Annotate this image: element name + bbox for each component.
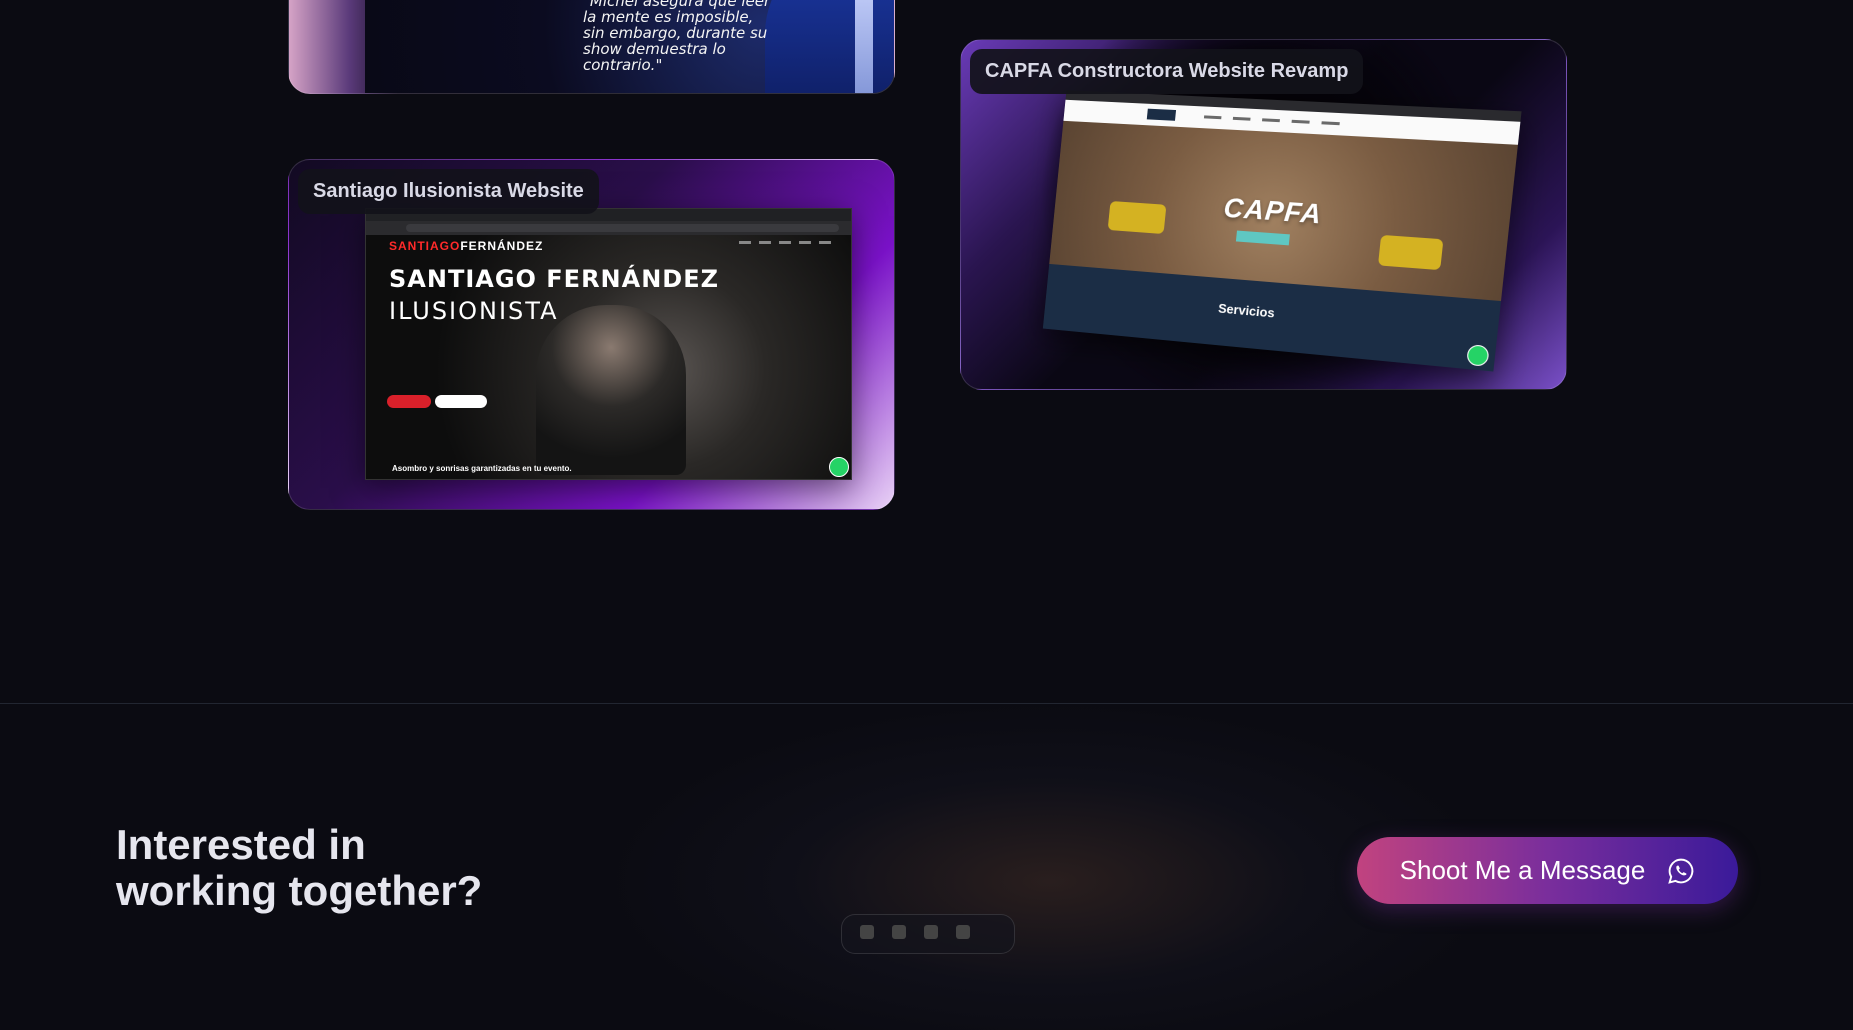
preview-hero-subtitle: ILUSIONISTA xyxy=(389,297,559,325)
preview-secondary-button xyxy=(435,395,487,408)
website-preview: CAPFA Servicios xyxy=(1042,90,1522,372)
project-title: Santiago Ilusionista Website xyxy=(298,169,599,214)
section-divider xyxy=(0,703,1853,704)
project-card-capfa[interactable]: CAPFA Constructora Website Revamp CAPFA … xyxy=(960,39,1567,390)
preview-site: SANTIAGOFERNÁNDEZ SANTIAGO FERNÁNDEZ ILU… xyxy=(366,235,851,479)
excavator-image xyxy=(1107,200,1167,235)
whatsapp-icon xyxy=(1466,344,1490,367)
preview-tagline: Asombro y sonrisas garantizadas en tu ev… xyxy=(392,464,572,473)
performer-image xyxy=(765,0,894,93)
dock-icon[interactable] xyxy=(924,925,938,939)
preview-brand: SANTIAGOFERNÁNDEZ xyxy=(389,239,544,253)
preview-nav xyxy=(739,241,831,244)
performer-tie xyxy=(855,0,873,93)
cta-button-label: Shoot Me a Message xyxy=(1399,855,1646,885)
project-title: CAPFA Constructora Website Revamp xyxy=(970,49,1364,94)
preview-primary-button xyxy=(387,395,431,408)
preview-section-title: Servicios xyxy=(1217,300,1276,321)
cta-heading: Interested in working together? xyxy=(116,821,483,914)
dock-icon[interactable] xyxy=(956,925,970,939)
project-card-top[interactable]: "Michel asegura que leer la mente es imp… xyxy=(288,0,895,94)
magician-image xyxy=(536,305,686,475)
preview-hero-title: SANTIAGO FERNÁNDEZ xyxy=(389,265,720,293)
website-preview: SANTIAGOFERNÁNDEZ SANTIAGO FERNÁNDEZ ILU… xyxy=(365,208,852,480)
excavator-image xyxy=(1377,234,1444,271)
whatsapp-icon xyxy=(829,457,849,477)
whatsapp-icon xyxy=(1668,858,1694,884)
browser-urlbar xyxy=(366,221,851,236)
capfa-logo xyxy=(1146,108,1177,121)
preview-quote: "Michel asegura que leer la mente es imp… xyxy=(583,0,771,74)
shoot-message-button[interactable]: Shoot Me a Message xyxy=(1357,837,1738,904)
project-card-santiago[interactable]: Santiago Ilusionista Website SANTIAGOFER… xyxy=(288,159,895,510)
project-preview-image: "Michel asegura que leer la mente es imp… xyxy=(365,0,894,93)
dock-icon[interactable] xyxy=(860,925,874,939)
dock-icon[interactable] xyxy=(892,925,906,939)
bottom-dock xyxy=(841,914,1015,954)
